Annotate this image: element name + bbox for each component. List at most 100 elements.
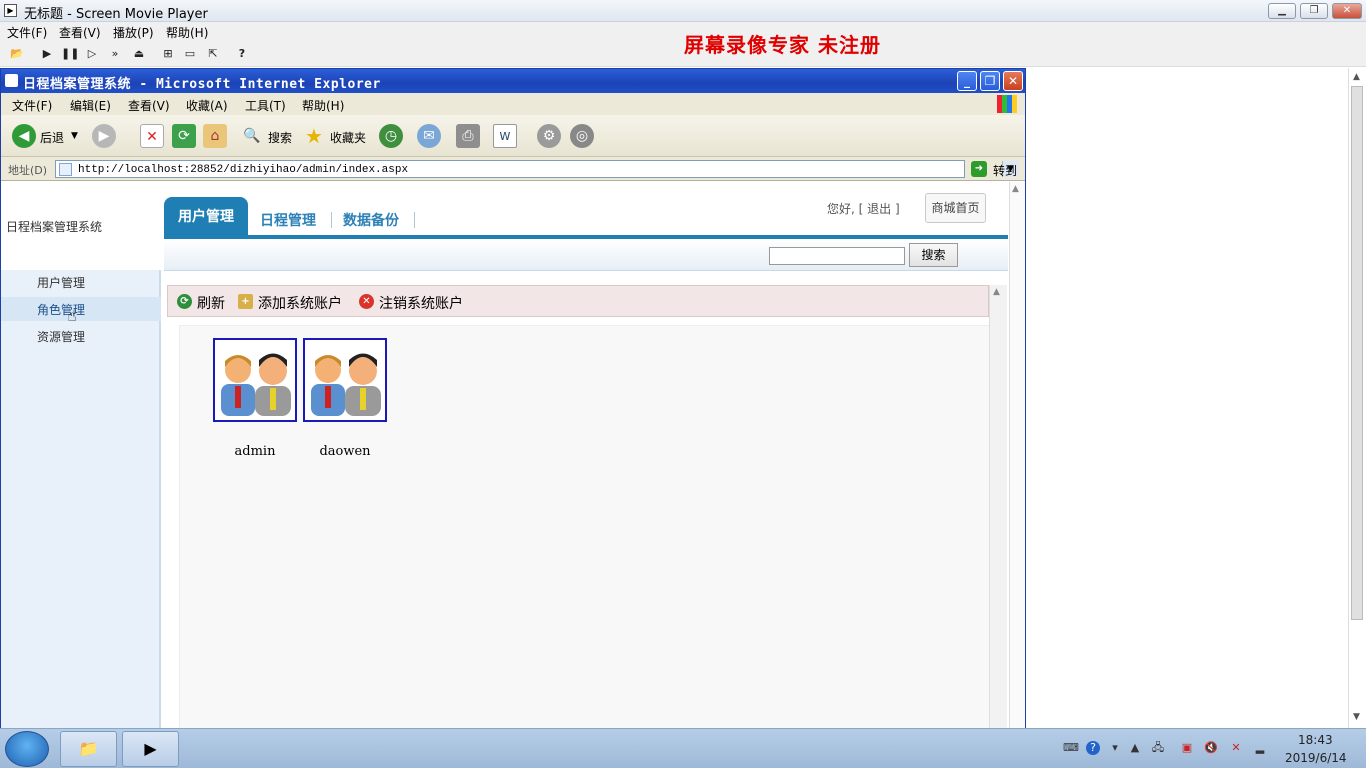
help-tray-icon[interactable]: ?: [1086, 741, 1100, 755]
scrollbar-thumb[interactable]: [1351, 86, 1363, 620]
ie-menu-file[interactable]: 文件(F): [12, 97, 52, 114]
watermark-text: 屏幕录像专家 未注册: [684, 33, 881, 57]
explorer-taskbar-icon[interactable]: 📁: [60, 731, 117, 767]
player-window-title: 无标题 - Screen Movie Player: [24, 7, 208, 22]
greeting-logout[interactable]: 您好, [ 退出 ]: [827, 200, 900, 217]
ie-close-button[interactable]: ✕: [1003, 71, 1023, 91]
refresh-button[interactable]: ⟳ 刷新: [177, 293, 237, 312]
step-forward-icon[interactable]: ▷: [84, 46, 100, 62]
messenger-icon[interactable]: ◎: [570, 124, 594, 148]
print-icon[interactable]: ⎙: [456, 124, 480, 148]
clock-time[interactable]: 18:43: [1298, 733, 1333, 747]
minimize-button[interactable]: ▁: [1268, 3, 1296, 19]
ie-menu-help[interactable]: 帮助(H): [302, 97, 344, 114]
users-avatar-icon[interactable]: [303, 338, 387, 422]
username-label: admin: [234, 444, 276, 459]
scroll-up-icon[interactable]: ▲: [1012, 184, 1019, 194]
tray-menu-icon[interactable]: ▾: [1108, 741, 1122, 755]
search-icon[interactable]: 🔍: [240, 124, 264, 148]
start-button[interactable]: [5, 731, 49, 767]
show-hidden-icons[interactable]: ▲: [1128, 741, 1142, 755]
address-input[interactable]: http://localhost:28852/dizhiyihao/admin/…: [55, 160, 1018, 178]
ie-menu-favorites[interactable]: 收藏(A): [186, 97, 228, 114]
ie-menu-tools[interactable]: 工具(T): [245, 97, 286, 114]
sidebar-item-label: 用户管理: [37, 276, 86, 290]
scroll-up-icon[interactable]: ▲: [993, 287, 1000, 297]
search-label[interactable]: 搜索: [268, 129, 292, 146]
scroll-down-icon[interactable]: ▼: [1353, 712, 1360, 722]
help-icon[interactable]: ?: [234, 46, 250, 62]
network-tray-icon[interactable]: 🖧: [1151, 741, 1165, 755]
player-menu-play[interactable]: 播放(P): [113, 24, 154, 41]
ie-menu-edit[interactable]: 编辑(E): [70, 97, 111, 114]
user-card[interactable]: daowen: [303, 338, 389, 459]
restore-button[interactable]: ❐: [1300, 3, 1328, 19]
back-icon[interactable]: ◀: [12, 124, 36, 148]
fit-window-icon[interactable]: ▭: [182, 46, 198, 62]
user-card[interactable]: admin: [213, 338, 299, 459]
ie-app-icon: [5, 74, 18, 87]
refresh-label: 刷新: [197, 296, 225, 312]
edit-word-icon[interactable]: W: [493, 124, 517, 148]
clock-date[interactable]: 2019/6/14: [1285, 751, 1347, 765]
ie-window-title: 日程档案管理系统 - Microsoft Internet Explorer: [23, 77, 381, 92]
refresh-icon[interactable]: ⟳: [172, 124, 196, 148]
player-menu-help[interactable]: 帮助(H): [166, 24, 208, 41]
sidebar-item-resource-management[interactable]: 资源管理: [1, 324, 161, 348]
tab-divider: [414, 212, 415, 228]
export-icon[interactable]: ⇱: [205, 46, 221, 62]
tools-gear-icon[interactable]: ⚙: [537, 124, 561, 148]
favorites-icon[interactable]: ★: [302, 124, 326, 148]
users-avatar-icon[interactable]: [213, 338, 297, 422]
back-dropdown-icon[interactable]: ▼: [71, 131, 78, 141]
ie-restore-button[interactable]: ❐: [980, 71, 1000, 91]
tab-user-management[interactable]: 用户管理: [164, 197, 248, 237]
search-button[interactable]: 搜索: [909, 243, 958, 267]
player-scrollbar[interactable]: ▲ ▼: [1348, 68, 1366, 728]
eject-icon[interactable]: ⏏: [131, 46, 147, 62]
history-icon[interactable]: ◷: [379, 124, 403, 148]
mail-icon[interactable]: ✉: [417, 124, 441, 148]
tab-data-backup[interactable]: 数据备份: [343, 210, 399, 230]
go-arrow-icon: ➜: [971, 161, 987, 177]
volume-muted-icon[interactable]: 🔇: [1204, 741, 1218, 755]
content-scrollbar[interactable]: ▲: [989, 285, 1007, 729]
address-url[interactable]: http://localhost:28852/dizhiyihao/admin/…: [78, 164, 408, 176]
favorites-label[interactable]: 收藏夹: [330, 129, 366, 146]
stop-icon[interactable]: ✕: [140, 124, 164, 148]
sidebar-item-user-management[interactable]: 用户管理: [1, 270, 161, 294]
close-button[interactable]: ✕: [1332, 3, 1362, 19]
ie-menu-view[interactable]: 查看(V): [128, 97, 170, 114]
player-menu-view[interactable]: 查看(V): [59, 24, 101, 41]
player-menu-bar: 文件(F) 查看(V) 播放(P) 帮助(H): [0, 22, 1366, 42]
delete-account-button[interactable]: ✕ 注销系统账户: [359, 293, 471, 312]
forward-icon[interactable]: ▶: [92, 124, 116, 148]
content-area: admin daowen: [179, 325, 991, 729]
go-button[interactable]: ➜ 转到: [971, 160, 1023, 178]
play-icon[interactable]: ▶: [39, 46, 55, 62]
tab-divider: [331, 212, 332, 228]
add-account-button[interactable]: + 添加系统账户: [238, 293, 350, 312]
keyboard-tray-icon[interactable]: ⌨: [1063, 741, 1079, 755]
signal-icon[interactable]: ▂: [1253, 741, 1267, 755]
ie-title-bar: 日程档案管理系统 - Microsoft Internet Explorer _…: [1, 69, 1025, 93]
sidebar-item-label: 资源管理: [37, 330, 86, 344]
search-input[interactable]: [769, 247, 905, 265]
mall-home-button[interactable]: 商城首页: [925, 193, 986, 223]
player-taskbar-icon[interactable]: ▶: [122, 731, 179, 767]
security-tray-icon[interactable]: ▣: [1180, 741, 1194, 755]
home-icon[interactable]: ⌂: [203, 124, 227, 148]
scroll-up-icon[interactable]: ▲: [1353, 72, 1360, 82]
network-error-icon[interactable]: ✕: [1229, 741, 1243, 755]
tab-schedule-management[interactable]: 日程管理: [260, 210, 316, 230]
page-scrollbar[interactable]: ▲: [1009, 182, 1025, 729]
sidebar-item-role-management[interactable]: 角色管理: [1, 297, 161, 321]
player-menu-file[interactable]: 文件(F): [7, 24, 47, 41]
search-row: 搜索: [164, 239, 1008, 271]
open-icon[interactable]: 📂: [9, 46, 25, 62]
fast-forward-icon[interactable]: »: [107, 46, 123, 62]
back-label[interactable]: 后退: [40, 129, 64, 146]
pause-icon[interactable]: ❚❚: [61, 46, 79, 62]
ie-minimize-button[interactable]: _: [957, 71, 977, 91]
zoom-icon[interactable]: ⊞: [160, 46, 176, 62]
